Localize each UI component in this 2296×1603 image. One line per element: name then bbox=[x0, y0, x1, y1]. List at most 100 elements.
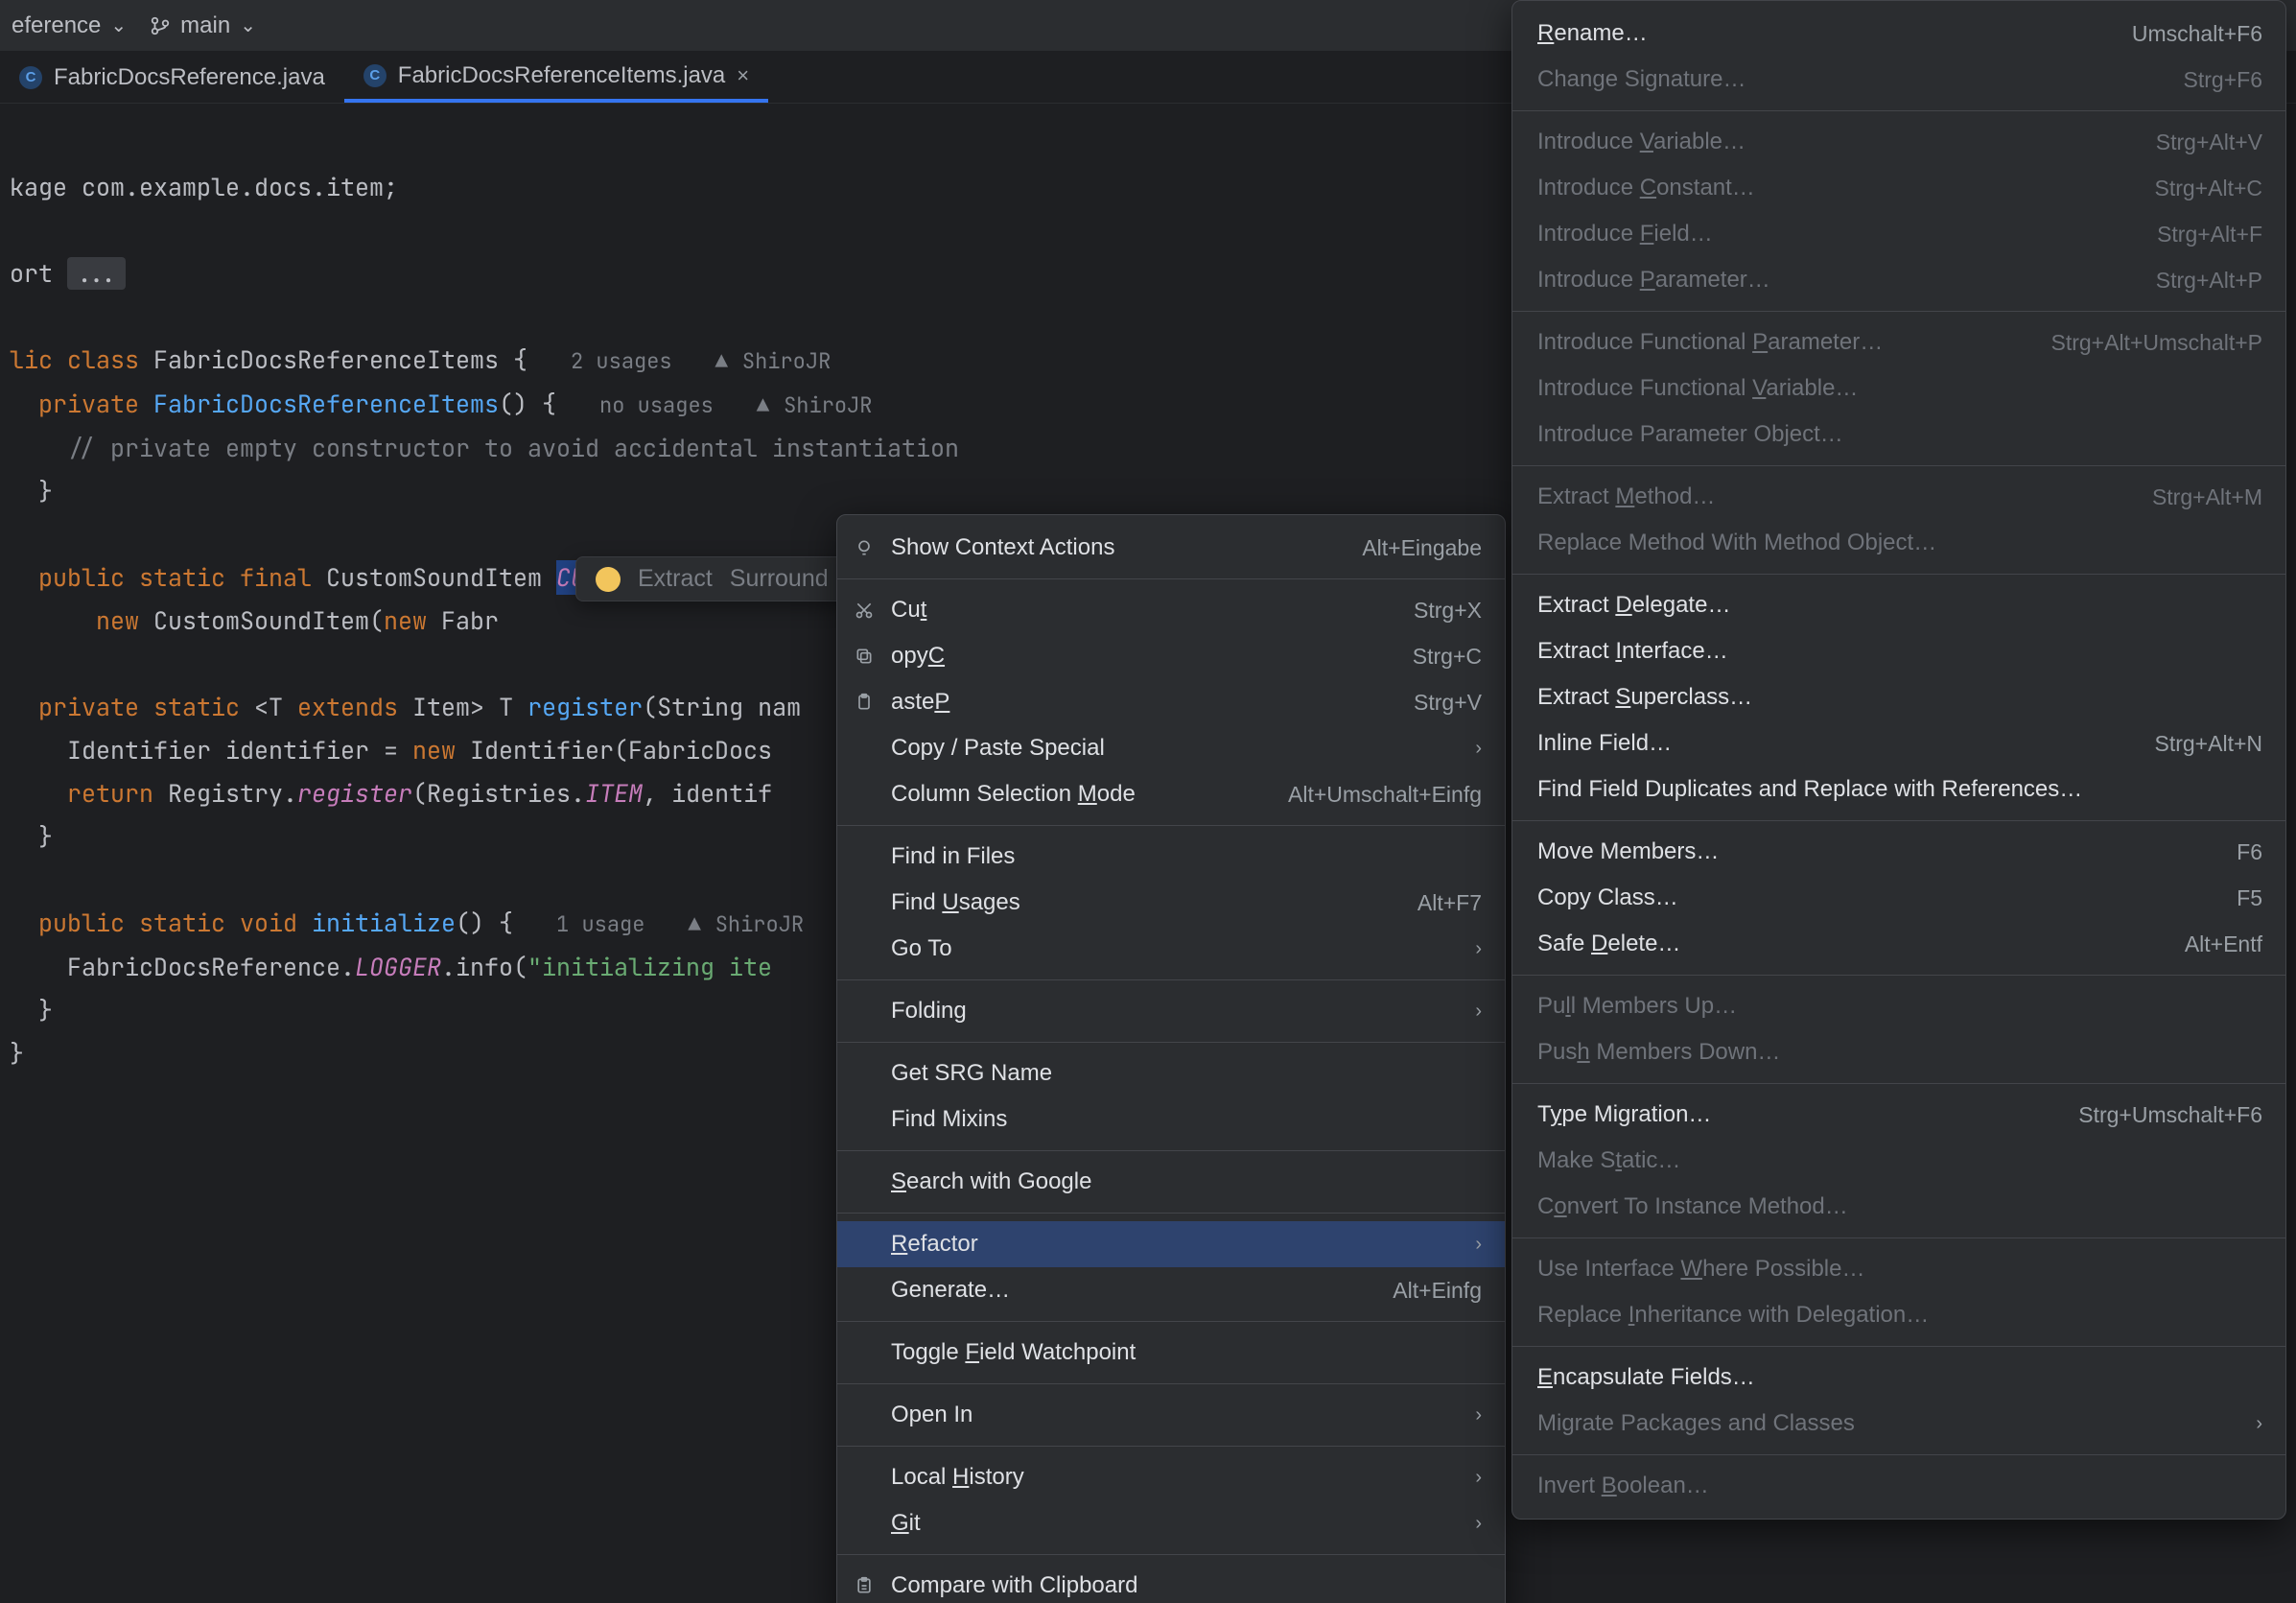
menu-item-label: Extract Method… bbox=[1537, 480, 2139, 514]
menu-item: Introduce Variable… Strg+Alt+V bbox=[1512, 119, 2285, 165]
menu-item-label: Replace Method With Method Object… bbox=[1537, 526, 2262, 560]
context-menu: Show Context ActionsAlt+Eingabe CutStrg+X… bbox=[836, 514, 1506, 1603]
menu-separator bbox=[837, 1042, 1505, 1043]
menu-item: Extract Method…Strg+Alt+M bbox=[1512, 474, 2285, 520]
menu-item[interactable]: Extract Interface… bbox=[1512, 628, 2285, 674]
menu-shortcut: Umschalt+F6 bbox=[2132, 16, 2262, 51]
menu-item[interactable]: Refactor› bbox=[837, 1221, 1505, 1267]
menu-separator bbox=[837, 825, 1505, 826]
branch-dropdown[interactable]: main ⌄ bbox=[150, 12, 256, 39]
menu-item-label: Folding bbox=[891, 994, 1462, 1028]
hint-surround[interactable]: Surround bbox=[730, 565, 829, 593]
menu-shortcut: Strg+Alt+N bbox=[2155, 726, 2263, 761]
menu-item-label: Introduce Field… bbox=[1537, 217, 2144, 251]
menu-item[interactable]: Folding› bbox=[837, 988, 1505, 1034]
intention-hint-popup[interactable]: Extract Surround bbox=[575, 556, 849, 601]
menu-item-label: Find Field Duplicates and Replace with R… bbox=[1537, 772, 2262, 807]
menu-item[interactable]: Search with Google bbox=[837, 1159, 1505, 1205]
chevron-down-icon: ⌄ bbox=[110, 13, 127, 37]
menu-item[interactable]: Find Field Duplicates and Replace with R… bbox=[1512, 766, 2285, 813]
menu-item[interactable]: Safe Delete…Alt+Entf bbox=[1512, 921, 2285, 967]
menu-item-label: Encapsulate Fields… bbox=[1537, 1360, 2262, 1395]
menu-shortcut: Strg+Alt+V bbox=[2156, 125, 2262, 159]
menu-item-label: Show Context Actions bbox=[891, 530, 1348, 565]
menu-item[interactable]: Git› bbox=[837, 1500, 1505, 1546]
menu-item: Introduce Parameter Object… bbox=[1512, 412, 2285, 458]
menu-item-label: Replace Inheritance with Delegation… bbox=[1537, 1298, 2262, 1332]
menu-item-label: Copy / Paste Special bbox=[891, 731, 1462, 766]
author-icon: ▲ bbox=[715, 347, 728, 375]
menu-separator bbox=[837, 1446, 1505, 1447]
menu-item[interactable]: Rename… Umschalt+F6 bbox=[1512, 11, 2285, 57]
hint-extract[interactable]: Extract bbox=[638, 565, 713, 593]
menu-item-label: Introduce Variable… bbox=[1537, 125, 2143, 159]
menu-item[interactable]: Column Selection ModeAlt+Umschalt+Einfg bbox=[837, 771, 1505, 817]
menu-item-label: Go To bbox=[891, 931, 1462, 966]
menu-shortcut: Strg+Alt+F bbox=[2157, 217, 2262, 251]
menu-item: Replace Inheritance with Delegation… bbox=[1512, 1292, 2285, 1338]
menu-item-label: Make Static… bbox=[1537, 1143, 2262, 1178]
menu-item[interactable]: Get SRG Name bbox=[837, 1050, 1505, 1096]
menu-item: Make Static… bbox=[1512, 1138, 2285, 1184]
menu-item-label: Rename… bbox=[1537, 16, 2119, 51]
menu-item[interactable]: Find UsagesAlt+F7 bbox=[837, 880, 1505, 926]
menu-shortcut: Strg+Alt+P bbox=[2156, 263, 2262, 297]
menu-separator bbox=[837, 1321, 1505, 1322]
menu-shortcut: F5 bbox=[2237, 881, 2262, 915]
editor-tab[interactable]: CFabricDocsReferenceItems.java× bbox=[344, 52, 768, 103]
fold-marker[interactable]: ... bbox=[67, 257, 126, 290]
menu-item-label: Local History bbox=[891, 1460, 1462, 1495]
java-class-icon: C bbox=[19, 66, 42, 89]
usages-hint[interactable]: 1 usage bbox=[556, 910, 644, 938]
branch-name: main bbox=[180, 12, 230, 39]
menu-separator bbox=[837, 578, 1505, 579]
menu-item[interactable]: Move Members…F6 bbox=[1512, 829, 2285, 875]
usages-hint[interactable]: 2 usages bbox=[571, 347, 672, 375]
menu-item[interactable]: CutStrg+X bbox=[837, 587, 1505, 633]
config-dropdown[interactable]: eference ⌄ bbox=[12, 12, 127, 39]
menu-item-label: Extract Delegate… bbox=[1537, 588, 2262, 623]
menu-item[interactable]: Open In› bbox=[837, 1392, 1505, 1438]
menu-item-label: Introduce Functional Variable… bbox=[1537, 371, 2262, 406]
menu-separator bbox=[1512, 1346, 2285, 1347]
menu-item-label: Pull Members Up… bbox=[1537, 989, 2262, 1024]
author-hint[interactable]: ShiroJR bbox=[784, 391, 872, 419]
menu-item[interactable]: Compare with Clipboard bbox=[837, 1563, 1505, 1603]
menu-separator bbox=[1512, 820, 2285, 821]
menu-item[interactable]: Copy Class…F5 bbox=[1512, 875, 2285, 921]
menu-item[interactable]: Toggle Field Watchpoint bbox=[837, 1330, 1505, 1376]
menu-item-label: Find in Files bbox=[891, 839, 1482, 874]
menu-shortcut: Strg+V bbox=[1414, 685, 1482, 719]
menu-item[interactable]: astePStrg+V bbox=[837, 679, 1505, 725]
menu-item[interactable]: Inline Field…Strg+Alt+N bbox=[1512, 720, 2285, 766]
menu-item-label: Extract Superclass… bbox=[1537, 680, 2262, 715]
close-icon[interactable]: × bbox=[737, 63, 749, 88]
menu-item[interactable]: Extract Delegate… bbox=[1512, 582, 2285, 628]
menu-item: Use Interface Where Possible… bbox=[1512, 1246, 2285, 1292]
menu-item-label: Push Members Down… bbox=[1537, 1035, 2262, 1070]
menu-item-label: Column Selection Mode bbox=[891, 777, 1275, 812]
cut-icon bbox=[851, 601, 878, 620]
menu-item[interactable]: Find Mixins bbox=[837, 1096, 1505, 1143]
menu-item[interactable]: Encapsulate Fields… bbox=[1512, 1355, 2285, 1401]
menu-item[interactable]: opyCStrg+C bbox=[837, 633, 1505, 679]
menu-item-label: Git bbox=[891, 1506, 1462, 1541]
menu-item[interactable]: Copy / Paste Special› bbox=[837, 725, 1505, 771]
editor-tab[interactable]: CFabricDocsReference.java bbox=[0, 52, 344, 103]
menu-item[interactable]: Go To› bbox=[837, 926, 1505, 972]
author-hint[interactable]: ShiroJR bbox=[715, 910, 804, 938]
refactor-submenu: Rename…Umschalt+F6Change Signature…Strg+… bbox=[1511, 0, 2286, 1520]
author-hint[interactable]: ShiroJR bbox=[742, 347, 831, 375]
menu-item[interactable]: Show Context ActionsAlt+Eingabe bbox=[837, 525, 1505, 571]
menu-item[interactable]: Generate…Alt+Einfg bbox=[837, 1267, 1505, 1313]
menu-item[interactable]: Local History› bbox=[837, 1454, 1505, 1500]
menu-item-label: Migrate Packages and Classes bbox=[1537, 1406, 2242, 1441]
menu-item[interactable]: Find in Files bbox=[837, 834, 1505, 880]
menu-item[interactable]: Extract Superclass… bbox=[1512, 674, 2285, 720]
menu-item-label: Introduce Functional Parameter… bbox=[1537, 325, 2037, 360]
usages-hint[interactable]: no usages bbox=[599, 391, 714, 419]
menu-item: Pull Members Up… bbox=[1512, 983, 2285, 1029]
menu-item: Push Members Down… bbox=[1512, 1029, 2285, 1075]
menu-item[interactable]: Type Migration…Strg+Umschalt+F6 bbox=[1512, 1092, 2285, 1138]
menu-item-label: Generate… bbox=[891, 1273, 1379, 1308]
